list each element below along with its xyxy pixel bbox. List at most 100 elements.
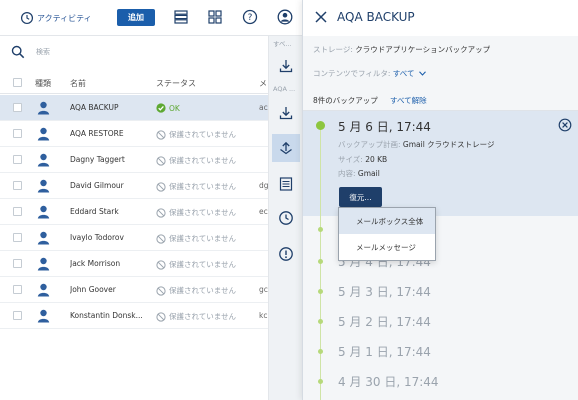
row-checkbox[interactable] [13, 129, 22, 138]
backup-item[interactable]: 5 月 1 日, 17:44 [338, 343, 431, 360]
panel-title: AQA BACKUP [337, 10, 415, 24]
user-icon [37, 231, 50, 245]
row-status-text: 保護されていません [169, 182, 237, 191]
plan-value: Gmail クラウドストレージ [402, 140, 495, 149]
row-status: 保護されていません [156, 259, 236, 270]
row-status-text: 保護されていません [169, 156, 237, 165]
filter-label: コンテンツでフィルタ: [313, 69, 393, 78]
restore-email-messages-item[interactable]: メールメッセージ [339, 234, 435, 260]
restore-entire-mailbox-item[interactable]: メールボックス全体 [339, 208, 435, 234]
account-button[interactable] [277, 9, 293, 25]
not-protected-icon [156, 181, 169, 192]
row-status-text: 保護されていません [169, 130, 237, 139]
filter-value[interactable]: すべて [393, 69, 415, 78]
timeline-dot [318, 259, 323, 264]
column-type[interactable]: 種類 [35, 78, 51, 89]
table-row[interactable]: AQA BACKUP OK ac [0, 95, 268, 121]
timeline-dot [318, 227, 323, 232]
activity-button[interactable]: アクティビティ [20, 10, 92, 26]
backup-item[interactable]: 5 月 2 日, 17:44 [338, 313, 431, 330]
recovery-icon [279, 107, 293, 120]
table-row[interactable]: Konstantin Donsk... 保護されていません kc [0, 303, 268, 329]
table-header: 種類 名前 ステータス メ [0, 72, 268, 94]
timeline-dot [318, 379, 323, 384]
user-icon [37, 179, 50, 193]
alerts-icon [279, 247, 293, 261]
table-row[interactable]: AQA RESTORE 保護されていません [0, 121, 268, 147]
not-protected-icon [156, 129, 169, 140]
row-status: 保護されていません [156, 233, 236, 244]
alerts-button[interactable] [272, 240, 300, 268]
grid-view-icon [208, 10, 222, 24]
column-name[interactable]: 名前 [70, 78, 86, 89]
close-icon[interactable] [315, 11, 327, 23]
search-bar[interactable]: 検索 [0, 40, 268, 64]
row-extra: kc [259, 311, 268, 320]
not-protected-icon [156, 233, 169, 244]
column-status[interactable]: ステータス [156, 78, 196, 89]
backup-item[interactable]: 5 月 3 日, 17:44 [338, 283, 431, 300]
row-checkbox[interactable] [13, 155, 22, 164]
user-icon [37, 283, 50, 297]
help-button[interactable]: ? [242, 9, 258, 25]
row-name: AQA RESTORE [70, 129, 124, 138]
row-extra: ac [259, 103, 268, 112]
panel-header: AQA BACKUP [303, 0, 578, 36]
column-extra[interactable]: メ [259, 78, 267, 89]
row-checkbox[interactable] [13, 285, 22, 294]
row-status: 保護されていません [156, 155, 236, 166]
svg-text:?: ? [248, 13, 253, 23]
grid-view-button[interactable] [207, 9, 223, 25]
table-row[interactable]: John Goover 保護されていません gc [0, 277, 268, 303]
backup-plan-info: バックアップ計画: Gmail クラウドストレージ [338, 139, 495, 150]
activity-label: アクティビティ [37, 13, 92, 23]
activity-icon [20, 11, 34, 25]
resource-list-pane: 検索 種類 名前 ステータス メ AQA BACKUP OK ac AQA RESTO… [0, 0, 269, 400]
clear-all-link[interactable]: すべて解除 [390, 95, 427, 106]
table-row[interactable]: Jack Morrison 保護されていません [0, 251, 268, 277]
row-name: David Gilmour [70, 181, 124, 190]
row-status-text: OK [169, 103, 180, 113]
search-icon [11, 45, 25, 59]
content-value: Gmail [357, 169, 380, 178]
content-filter[interactable]: コンテンツでフィルタ: すべて [313, 68, 426, 79]
account-icon [277, 9, 293, 25]
select-all-checkbox[interactable] [13, 78, 22, 87]
timeline-dot [318, 319, 323, 324]
row-status: OK [156, 103, 180, 113]
user-icon [37, 127, 50, 141]
row-checkbox[interactable] [13, 259, 22, 268]
actions-strip: すべ... AQA ... [268, 36, 302, 400]
table-row[interactable]: Eddard Stark 保護されていません ec [0, 199, 268, 225]
row-checkbox[interactable] [13, 233, 22, 242]
details-button[interactable] [272, 170, 300, 198]
restore-button[interactable]: 復元... [339, 187, 382, 207]
list-view-button[interactable] [173, 9, 189, 25]
row-checkbox[interactable] [13, 311, 22, 320]
active-recovery-button[interactable] [272, 134, 300, 162]
timeline-dot [318, 289, 323, 294]
add-button[interactable]: 追加 [117, 9, 155, 26]
not-protected-icon [156, 155, 169, 166]
user-icon [37, 101, 50, 115]
deselect-icon[interactable] [558, 118, 572, 132]
row-status: 保護されていません [156, 181, 236, 192]
row-checkbox[interactable] [13, 181, 22, 190]
strip-label-all: すべ... [273, 40, 292, 48]
row-status-text: 保護されていません [169, 260, 237, 269]
row-checkbox[interactable] [13, 207, 22, 216]
activities-button[interactable] [272, 204, 300, 232]
details-icon [279, 177, 293, 191]
backup-item[interactable]: 4 月 30 日, 17:44 [338, 373, 439, 390]
recovery-action-button[interactable] [272, 99, 300, 127]
backup-action-button[interactable] [272, 52, 300, 80]
row-name: John Goover [70, 285, 116, 294]
search-input[interactable]: 検索 [36, 47, 50, 57]
table-row[interactable]: David Gilmour 保護されていません dg [0, 173, 269, 199]
table-row[interactable]: Ivaylo Todorov 保護されていません [0, 225, 268, 251]
table-row[interactable]: Dagny Taggert 保護されていません [0, 147, 268, 173]
row-checkbox[interactable] [13, 103, 22, 112]
chevron-down-icon [418, 71, 426, 76]
row-name: Eddard Stark [70, 207, 119, 216]
row-name: AQA BACKUP [70, 103, 119, 112]
